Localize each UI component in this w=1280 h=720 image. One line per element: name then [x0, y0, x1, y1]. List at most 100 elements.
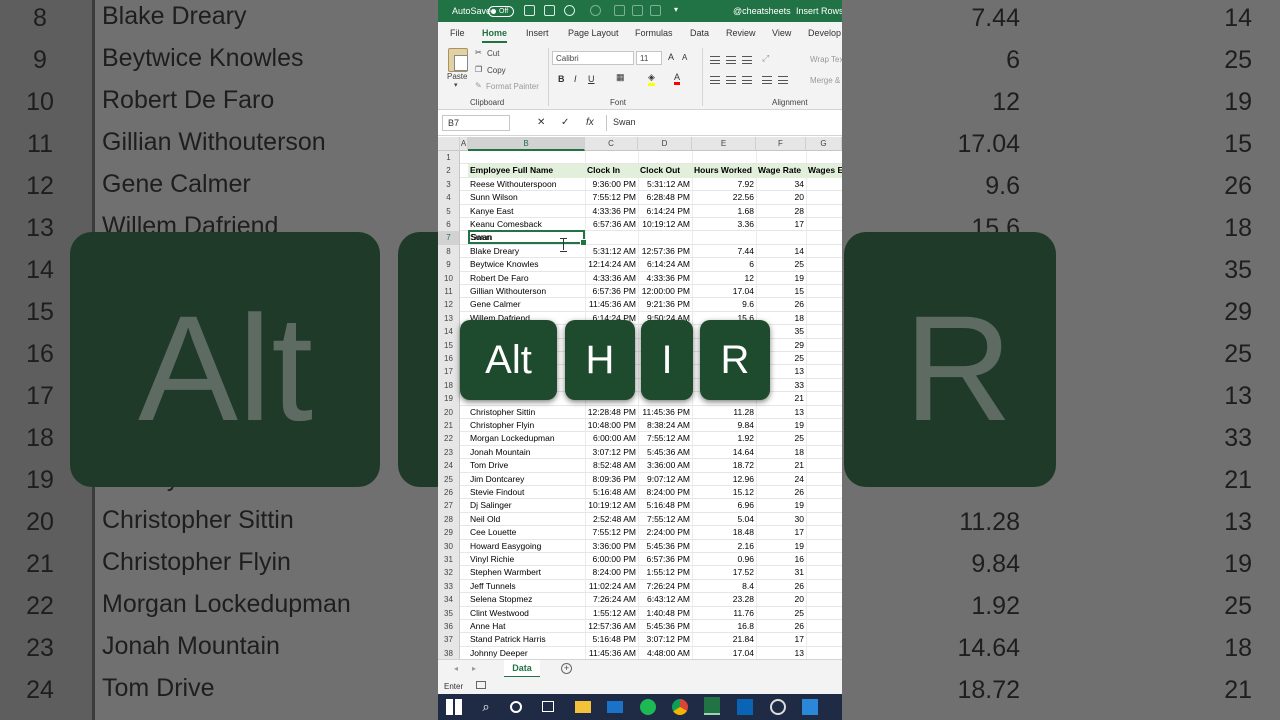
row-header[interactable]: 27 — [438, 499, 460, 513]
cell-b[interactable]: Selena Stopmez — [468, 593, 585, 606]
italic-button[interactable]: I — [574, 74, 577, 84]
cell-e[interactable] — [692, 231, 756, 244]
cell-c[interactable]: 10:19:12 AM — [585, 499, 638, 512]
align-middle-icon[interactable] — [726, 56, 736, 64]
row-header[interactable]: 31 — [438, 553, 460, 567]
cell-d[interactable]: 5:16:48 PM — [638, 499, 692, 512]
mail-app-icon[interactable] — [607, 701, 623, 713]
tab-formulas[interactable]: Formulas — [635, 28, 673, 38]
accessibility-icon[interactable] — [476, 681, 486, 689]
cell-b[interactable]: Stand Patrick Harris — [468, 633, 585, 646]
cell-f[interactable]: 15 — [756, 285, 806, 298]
cell-d[interactable]: 12:57:36 PM — [638, 245, 692, 258]
copy-button[interactable]: Copy — [487, 66, 506, 75]
touch-mode-icon[interactable] — [544, 5, 555, 16]
cell-e[interactable]: 15.12 — [692, 486, 756, 499]
cell-c[interactable]: 11:45:36 AM — [585, 647, 638, 659]
cell-b[interactable]: Robert De Faro — [468, 272, 585, 285]
cell-d[interactable]: 2:24:00 PM — [638, 526, 692, 539]
cell-e[interactable]: 8.4 — [692, 580, 756, 593]
cell-f[interactable] — [756, 231, 806, 244]
cell-e[interactable]: 11.28 — [692, 406, 756, 419]
cell-c[interactable]: 5:16:48 AM — [585, 486, 638, 499]
row-header[interactable]: 4 — [438, 191, 460, 205]
decrease-font-icon[interactable]: A — [682, 53, 687, 62]
row-header[interactable]: 26 — [438, 486, 460, 500]
row-header[interactable]: 24 — [438, 459, 460, 473]
cell-d[interactable]: 11:45:36 PM — [638, 406, 692, 419]
cell-e[interactable]: 22.56 — [692, 191, 756, 204]
tab-developer[interactable]: Develop — [808, 28, 841, 38]
cell-b[interactable]: Howard Easygoing — [468, 540, 585, 553]
cell-c[interactable]: 6:57:36 PM — [585, 285, 638, 298]
cell-c[interactable]: 11:45:36 AM — [585, 298, 638, 311]
align-top-icon[interactable] — [710, 56, 720, 64]
cell-f[interactable]: 34 — [756, 178, 806, 191]
cell-c[interactable]: 8:09:36 PM — [585, 473, 638, 486]
cell-b[interactable]: Anne Hat — [468, 620, 585, 633]
cut-icon[interactable]: ✂ — [475, 48, 482, 57]
column-header-f[interactable]: F — [756, 137, 806, 151]
tab-review[interactable]: Review — [726, 28, 756, 38]
cell-d[interactable]: 8:24:00 PM — [638, 486, 692, 499]
paste-button[interactable]: Paste — [447, 72, 467, 81]
task-view-icon[interactable] — [542, 701, 554, 712]
cell-e[interactable]: 21.84 — [692, 633, 756, 646]
cell-f[interactable]: 21 — [756, 459, 806, 472]
cell-d[interactable]: 5:45:36 PM — [638, 620, 692, 633]
cell-d[interactable]: 5:45:36 AM — [638, 446, 692, 459]
cell-c[interactable]: 7:55:12 PM — [585, 526, 638, 539]
cell-d[interactable] — [638, 231, 692, 244]
cell-e[interactable]: 11.76 — [692, 607, 756, 620]
row-header[interactable]: 37 — [438, 633, 460, 647]
cell-d[interactable]: 3:36:00 AM — [638, 459, 692, 472]
cell-f[interactable]: 13 — [756, 406, 806, 419]
cell-f[interactable]: 28 — [756, 205, 806, 218]
cell-c[interactable]: 12:28:48 PM — [585, 406, 638, 419]
row-header[interactable]: 7 — [438, 231, 460, 245]
row-header[interactable]: 28 — [438, 512, 460, 527]
cell-d[interactable]: 6:43:12 AM — [638, 593, 692, 606]
cell-d[interactable]: 5:45:36 PM — [638, 540, 692, 553]
column-header-e[interactable]: E — [692, 137, 756, 151]
row-header[interactable]: 25 — [438, 472, 460, 486]
cell-f[interactable]: 25 — [756, 607, 806, 620]
cell-c[interactable]: 11:02:24 AM — [585, 580, 638, 593]
cell-e[interactable]: 7.44 — [692, 245, 756, 258]
cell-b[interactable]: Christopher Sittin — [468, 406, 585, 419]
previous-sheet-icon[interactable]: ◂ — [454, 664, 458, 673]
cell-e[interactable]: 23.28 — [692, 593, 756, 606]
cortana-icon[interactable] — [510, 701, 522, 713]
cell-d[interactable]: 6:14:24 PM — [638, 205, 692, 218]
tab-home[interactable]: Home — [482, 28, 508, 43]
sheet-tab-data[interactable]: Data — [504, 660, 540, 678]
cell-f[interactable]: 16 — [756, 553, 806, 566]
cell-f[interactable]: 20 — [756, 593, 806, 606]
cell-d[interactable]: 1:40:48 PM — [638, 607, 692, 620]
autosave-toggle[interactable]: Off — [488, 6, 514, 17]
merge-button[interactable]: Merge & — [810, 76, 840, 85]
spotify-icon[interactable] — [640, 699, 656, 715]
obs-icon[interactable] — [770, 699, 786, 715]
column-header-d[interactable]: D — [638, 137, 692, 151]
row-header[interactable]: 9 — [438, 258, 460, 272]
paste-icon[interactable] — [448, 48, 468, 72]
tab-view[interactable]: View — [772, 28, 791, 38]
cell-d[interactable]: 1:55:12 PM — [638, 566, 692, 579]
cell-b[interactable]: Vinyl Richie — [468, 553, 585, 566]
decrease-indent-icon[interactable] — [762, 76, 772, 84]
undo-icon[interactable] — [564, 5, 575, 16]
cell-f[interactable]: 26 — [756, 620, 806, 633]
cell-e[interactable]: 17.52 — [692, 566, 756, 579]
row-header[interactable]: 12 — [438, 298, 460, 312]
cell-c[interactable]: 5:16:48 PM — [585, 633, 638, 646]
cell-c[interactable]: 12:57:36 AM — [585, 620, 638, 633]
cell-b[interactable]: Swan — [468, 231, 585, 244]
cell-c[interactable]: 12:14:24 AM — [585, 258, 638, 271]
cell-b[interactable]: Jeff Tunnels — [468, 580, 585, 593]
cell-d[interactable]: 5:31:12 AM — [638, 178, 692, 191]
row-header[interactable]: 35 — [438, 606, 460, 620]
customize-toolbar-icon[interactable]: ▾ — [674, 5, 678, 14]
cell-d[interactable]: 6:14:24 AM — [638, 258, 692, 271]
cell-f[interactable]: 20 — [756, 191, 806, 204]
